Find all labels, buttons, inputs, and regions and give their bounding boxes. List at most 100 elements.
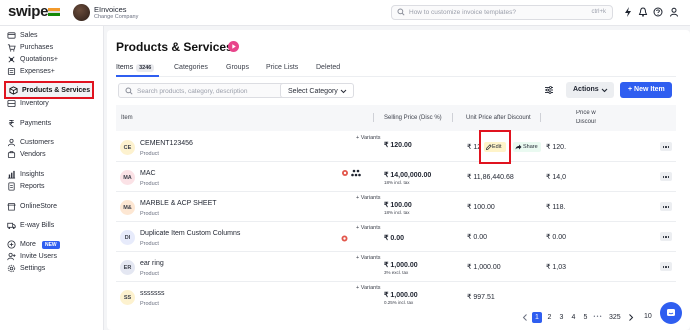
selling-price: ₹ 1,000.00	[384, 262, 418, 269]
page-4[interactable]: 4	[569, 312, 578, 323]
unit-price: ₹ 1,000.00	[467, 264, 501, 271]
sidebar-item-purchases[interactable]: Purchases	[7, 42, 53, 53]
item-name[interactable]: CEMENT123456	[140, 140, 193, 147]
filter-settings-icon[interactable]	[544, 85, 554, 95]
sidebar-item-more[interactable]: More NEW	[7, 239, 60, 250]
company-avatar[interactable]	[73, 4, 90, 21]
lightning-icon[interactable]	[623, 7, 633, 17]
table-row[interactable]: CE CEMENT123456 Product + Variants ₹ 120…	[116, 132, 676, 162]
sidebar-item-label: More	[20, 241, 36, 248]
sidebar-item-customers[interactable]: Customers	[7, 137, 54, 148]
page-size-select[interactable]: 10	[637, 311, 659, 323]
category-select[interactable]: Select Category	[280, 83, 354, 98]
page-3[interactable]: 3	[557, 312, 566, 323]
product-search-input[interactable]: Search products, category, description	[118, 83, 285, 98]
sidebar-item-invite-users[interactable]: Invite Users	[7, 251, 57, 262]
column-divider	[373, 113, 374, 122]
tab-groups[interactable]: Groups	[226, 64, 249, 71]
play-video-icon[interactable]	[228, 41, 239, 52]
change-company-link[interactable]: Change Company	[94, 14, 138, 20]
sidebar-item-settings[interactable]: Settings	[7, 263, 45, 274]
chat-support-button[interactable]	[660, 302, 682, 324]
edit-button[interactable]: Edit	[484, 142, 506, 152]
more-options-button[interactable]	[660, 142, 672, 151]
tax-note: 18% incl. tax	[384, 180, 410, 185]
sidebar-item-reports[interactable]: Reports	[7, 181, 45, 192]
app-logo[interactable]: swipe	[8, 3, 48, 20]
global-search-placeholder: How to customize invoice templates?	[409, 9, 516, 16]
new-item-button[interactable]: + New Item	[620, 82, 672, 98]
table-row[interactable]: MA MAC Product ₹ 14,00,000.00 18% incl. …	[116, 162, 676, 192]
more-options-button[interactable]	[660, 262, 672, 271]
sidebar-item-quotations[interactable]: Quotations+	[7, 54, 58, 65]
sidebar-item-payments[interactable]: Payments	[7, 118, 51, 129]
more-options-button[interactable]	[660, 202, 672, 211]
tax-note: 0.25% incl. tax	[384, 300, 414, 305]
page-size-value: 10	[644, 313, 652, 320]
selling-price: ₹ 120.00	[384, 142, 412, 149]
global-search-input[interactable]: How to customize invoice templates? ctrl…	[391, 5, 613, 20]
page-5[interactable]: 5	[581, 312, 590, 323]
chevron-right-icon[interactable]	[628, 314, 634, 321]
bell-icon[interactable]	[638, 7, 648, 17]
add-variants-button[interactable]: + Variants	[356, 195, 381, 201]
sidebar-item-label: Sales	[20, 32, 38, 39]
page-last[interactable]: 325	[609, 312, 621, 323]
sidebar-item-expenses[interactable]: Expenses+	[7, 66, 55, 77]
table-row[interactable]: M& MARBLE & ACP SHEET Product + Variants…	[116, 192, 676, 222]
add-variants-button[interactable]: + Variants	[356, 225, 381, 231]
customers-icon	[7, 138, 16, 147]
table-row[interactable]: DI Duplicate Item Custom Columns Product…	[116, 222, 676, 252]
sidebar-item-onlinestore[interactable]: OnlineStore	[7, 201, 57, 212]
header-price-discount-line1[interactable]: Price w	[576, 110, 596, 116]
page-1[interactable]: 1	[532, 312, 542, 323]
chevron-left-icon[interactable]	[522, 314, 528, 321]
company-name[interactable]: EInvoices	[94, 5, 127, 14]
expenses-icon	[7, 67, 16, 76]
chevron-down-icon	[601, 88, 608, 92]
item-name[interactable]: sssssss	[140, 290, 165, 297]
sidebar-item-inventory[interactable]: Inventory	[7, 98, 49, 109]
actions-dropdown-button[interactable]: Actions	[566, 82, 614, 98]
item-name[interactable]: MAC	[140, 170, 156, 177]
tab-deleted[interactable]: Deleted	[316, 64, 340, 71]
item-name[interactable]: Duplicate Item Custom Columns	[140, 230, 240, 237]
item-name[interactable]: MARBLE & ACP SHEET	[140, 200, 217, 207]
sidebar-item-vendors[interactable]: Vendors	[7, 149, 46, 160]
table-row[interactable]: ER ear ring Product + Variants ₹ 1,000.0…	[116, 252, 676, 282]
tax-note: 18% incl. tax	[384, 210, 410, 215]
share-button[interactable]: Share	[513, 142, 541, 152]
tab-categories[interactable]: Categories	[174, 64, 208, 71]
more-options-button[interactable]	[660, 232, 672, 241]
sidebar-item-label: Vendors	[20, 151, 46, 158]
sidebar-item-sales[interactable]: Sales	[7, 30, 38, 41]
add-variants-button[interactable]: + Variants	[356, 285, 381, 291]
search-icon	[397, 8, 405, 16]
sidebar-item-eway-bills[interactable]: E-way Bills	[7, 220, 54, 231]
user-icon[interactable]	[669, 7, 679, 17]
sidebar-item-label: Expenses+	[20, 68, 55, 75]
add-variants-button[interactable]: + Variants	[356, 135, 381, 141]
sidebar-item-insights[interactable]: Insights	[7, 169, 44, 180]
page-ellipsis[interactable]: • • •	[593, 312, 602, 323]
truck-icon	[7, 222, 16, 230]
tab-items[interactable]: Items 3246	[116, 64, 155, 72]
invite-icon	[7, 252, 16, 261]
table-row[interactable]: SS sssssss Product + Variants ₹ 1,000.00…	[116, 282, 676, 312]
insights-icon	[7, 170, 16, 179]
more-options-button[interactable]	[660, 172, 672, 181]
item-avatar: SS	[120, 290, 135, 305]
header-selling-price[interactable]: Selling Price (Disc %)	[384, 115, 442, 121]
sidebar-item-products-services[interactable]: Products & Services	[9, 85, 90, 96]
header-unit-price[interactable]: Unit Price after Discount	[466, 115, 531, 121]
sidebar-item-label: OnlineStore	[20, 203, 57, 210]
page-2[interactable]: 2	[545, 312, 554, 323]
add-variants-button[interactable]: + Variants	[356, 255, 381, 261]
header-item[interactable]: Item	[121, 115, 133, 121]
sales-icon	[7, 32, 16, 39]
help-icon[interactable]	[653, 7, 663, 17]
item-category: Product	[140, 151, 159, 157]
unit-price: ₹ 11,86,440.68	[467, 174, 514, 181]
item-name[interactable]: ear ring	[140, 260, 164, 267]
tab-price-lists[interactable]: Price Lists	[266, 64, 298, 71]
